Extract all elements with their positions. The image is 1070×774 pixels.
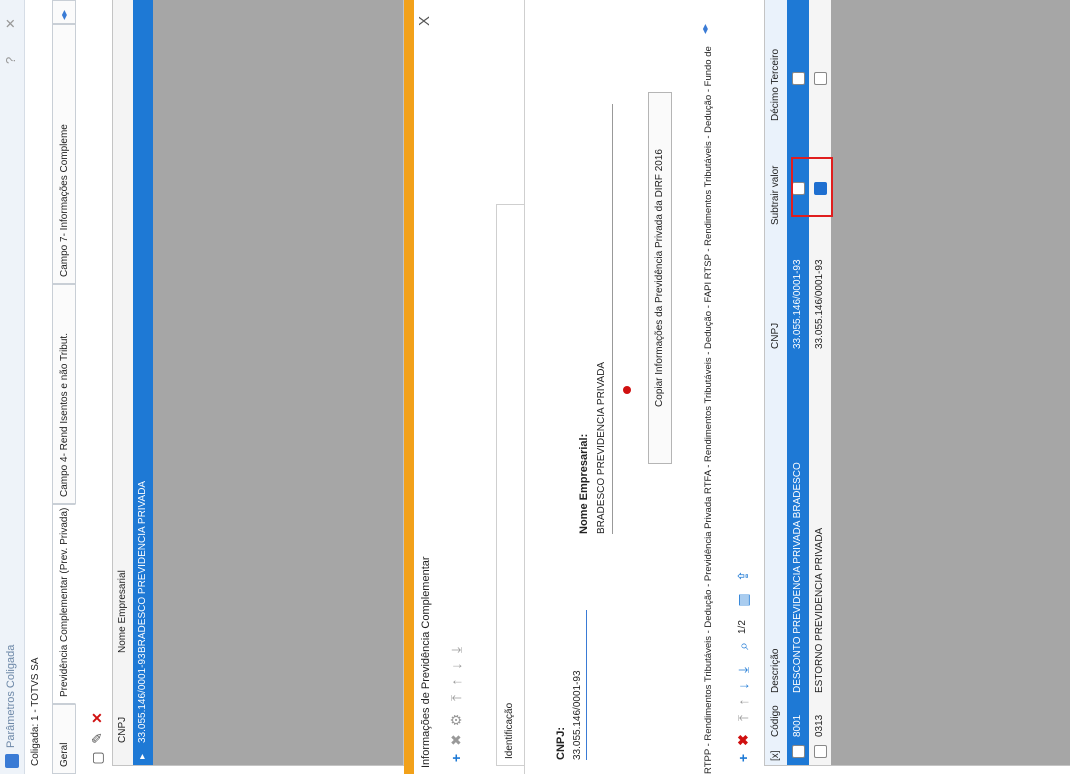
add-icon[interactable]: + xyxy=(735,750,751,766)
grid1-header: CNPJ Nome Empresarial xyxy=(113,0,134,765)
search-icon[interactable]: ⌕ xyxy=(735,638,751,654)
tab-campo-7[interactable]: Campo 7- Informações Compleme xyxy=(52,24,76,284)
modal-title: Informações de Previdência Complementar xyxy=(420,556,432,768)
header-cnpj[interactable]: CNPJ xyxy=(765,229,787,349)
modal-toolbar: + ✖ ⚙ ⤒ ↑ ↓ ⤓ xyxy=(446,566,466,766)
header-subtrair-valor[interactable]: Subtrair valor xyxy=(765,125,787,225)
move-bottom-icon[interactable]: ⤓ xyxy=(735,662,751,678)
required-indicator xyxy=(623,386,631,394)
cell-codigo: 8001 xyxy=(792,714,803,737)
export-icon[interactable]: ⇪ xyxy=(735,568,751,584)
subtab-scroll-arrows[interactable]: ◂▸ xyxy=(700,24,711,34)
previdencia-grid: CNPJ Nome Empresarial ▸ 33.055.146/0001-… xyxy=(112,0,404,766)
app-icon xyxy=(5,754,19,768)
row-select-checkbox[interactable] xyxy=(814,745,827,758)
page-indicator: 1/2 xyxy=(737,620,748,634)
cell-descricao: ESTORNO PREVIDENCIA PRIVADA xyxy=(814,527,825,693)
move-top-icon[interactable]: ⤒ xyxy=(448,690,464,706)
grid1-toolbar: ▢ ✎ ✕ xyxy=(86,566,108,766)
nome-empresarial-label: Nome Empresarial: xyxy=(578,433,590,534)
settings-icon[interactable]: ⚙ xyxy=(448,712,464,728)
add-icon[interactable]: + xyxy=(448,750,464,766)
grid2-header: [x] Código Descrição CNPJ Subtrair valor… xyxy=(765,0,788,765)
decimo-terceiro-checkbox[interactable] xyxy=(814,72,827,85)
main-tabs: Geral Previdência Complementar (Prev. Pr… xyxy=(52,0,78,774)
nome-field-underline xyxy=(612,104,613,534)
highlight-box xyxy=(791,157,833,217)
columns-icon[interactable]: ▥ xyxy=(735,592,751,608)
delete-icon[interactable]: ✕ xyxy=(89,710,105,726)
identificacao-label: Identificação xyxy=(504,702,515,759)
tab-campo-4[interactable]: Campo 4- Rend Isentos e não Tribut. xyxy=(52,284,76,504)
delete-icon[interactable]: ✖ xyxy=(448,732,464,748)
edit-icon[interactable]: ✎ xyxy=(89,730,105,746)
header-cnpj[interactable]: CNPJ xyxy=(113,653,133,743)
cnpj-field-underline xyxy=(586,610,587,760)
tab-geral[interactable]: Geral xyxy=(52,704,76,774)
delete-icon[interactable]: ✖ xyxy=(735,732,751,748)
table-row[interactable]: ▸ 33.055.146/0001-93 BRADESCO PREVIDENCI… xyxy=(133,0,153,765)
cnpj-field[interactable]: 33.055.146/0001-93 xyxy=(572,670,583,760)
new-icon[interactable]: ▢ xyxy=(89,750,105,766)
cell-codigo: 0313 xyxy=(814,714,825,737)
header-nome-empresarial[interactable]: Nome Empresarial xyxy=(113,353,133,653)
header-descricao[interactable]: Descrição xyxy=(765,353,787,693)
cell-descricao: DESCONTO PREVIDENCIA PRIVADA BRADESCO xyxy=(792,462,803,693)
window-title-bar: Parâmetros Coligada ? ✕ xyxy=(0,0,25,774)
move-bottom-icon[interactable]: ⤓ xyxy=(448,642,464,658)
help-icon[interactable]: ? xyxy=(3,57,18,64)
decimo-terceiro-checkbox[interactable] xyxy=(792,72,805,85)
cell-cnpj: 33.055.146/0001-93 xyxy=(137,653,148,743)
cell-cnpj: 33.055.146/0001-93 xyxy=(792,259,803,349)
cnpj-label: CNPJ: xyxy=(555,726,567,760)
row-select-checkbox[interactable] xyxy=(792,745,805,758)
cell-nome: BRADESCO PREVIDENCIA PRIVADA xyxy=(137,480,148,653)
copiar-informacoes-button[interactable]: Copiar Informações da Previdência Privad… xyxy=(648,92,672,464)
rotated-screen: Parâmetros Coligada ? ✕ Coligada: 1 - TO… xyxy=(0,0,1070,774)
tab-previdencia-complementar[interactable]: Previdência Complementar (Prev. Privada) xyxy=(52,504,76,704)
close-window-icon[interactable]: ✕ xyxy=(3,18,19,29)
row-pointer-icon: ▸ xyxy=(137,753,148,759)
move-down-icon[interactable]: ↓ xyxy=(448,658,464,674)
move-up-icon[interactable]: ↑ xyxy=(448,674,464,690)
header-decimo-terceiro[interactable]: Décimo Terceiro xyxy=(765,11,787,121)
cell-cnpj: 33.055.146/0001-93 xyxy=(814,259,825,349)
header-codigo[interactable]: Código xyxy=(765,697,787,737)
nome-empresarial-field[interactable]: BRADESCO PREVIDENCIA PRIVADA xyxy=(596,362,607,534)
move-down-icon[interactable]: ↓ xyxy=(735,678,751,694)
tab-scroll-arrows[interactable]: ◂▸ xyxy=(52,0,76,24)
grid2-toolbar: + ✖ ⤒ ↑ ↓ ⤓ ⌕ 1/2 ▥ ⇪ xyxy=(732,466,754,766)
move-up-icon[interactable]: ↑ xyxy=(735,694,751,710)
header-select[interactable]: [x] xyxy=(765,739,787,761)
window-title: Parâmetros Coligada xyxy=(5,644,17,748)
identificacao-tab[interactable]: Identificação xyxy=(496,204,525,766)
coligada-label: Coligada: 1 - TOTVS SA xyxy=(30,657,41,766)
table-row[interactable]: 0313 ESTORNO PREVIDENCIA PRIVADA 33.055.… xyxy=(809,0,831,765)
rendimentos-tabs[interactable]: RTPP - Rendimentos Tributáveis - Dedução… xyxy=(698,0,720,774)
ident-divider xyxy=(524,0,525,774)
move-top-icon[interactable]: ⤒ xyxy=(735,710,751,726)
modal-close-icon[interactable]: X xyxy=(416,16,433,26)
modal-divider xyxy=(404,0,414,774)
eventos-grid: [x] Código Descrição CNPJ Subtrair valor… xyxy=(764,0,1070,766)
table-row[interactable]: 8001 DESCONTO PREVIDENCIA PRIVADA BRADES… xyxy=(787,0,809,765)
